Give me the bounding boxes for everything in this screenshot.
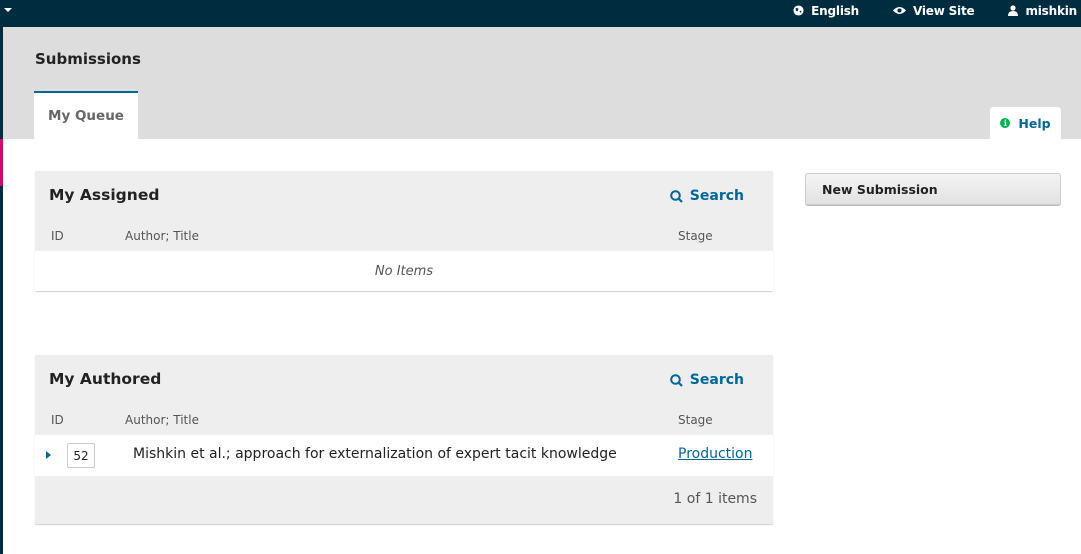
page-header: Submissions My Queue [3,27,1081,139]
submission-id-badge: 52 [67,443,95,468]
info-icon: i [1000,118,1011,128]
search-label: Search [689,188,744,204]
stage-link[interactable]: Production [678,446,752,462]
column-stage: Stage [678,229,713,243]
language-label: English [811,4,860,18]
search-button[interactable]: Search [669,188,744,204]
help-label: Help [1018,115,1051,131]
top-nav-bar: English View Site mishkin [0,0,1081,27]
page-title: Submissions [35,50,141,68]
pagination: 1 of 1 items [35,476,773,524]
new-submission-button[interactable]: New Submission [805,173,1061,205]
search-button[interactable]: Search [669,372,744,388]
panel-header: My Assigned Search [35,171,773,226]
expand-caret-icon[interactable] [46,451,51,459]
column-id: ID [51,229,64,243]
panel-title: My Assigned [49,186,160,204]
column-author-title: Author; Title [125,229,199,243]
search-icon [669,189,683,203]
panel-header: My Authored Search [35,355,773,410]
search-label: Search [689,372,744,388]
tab-my-queue[interactable]: My Queue [34,91,138,139]
view-site-label: View Site [913,4,975,18]
user-icon [1008,4,1019,18]
submission-title[interactable]: Mishkin et al.; approach for externaliza… [133,446,617,462]
user-menu-link[interactable]: mishkin [1008,4,1077,18]
submission-row[interactable]: 52 Mishkin et al.; approach for external… [35,435,773,476]
column-headers: ID Author; Title Stage [35,410,773,435]
active-nav-indicator [0,139,3,186]
pagination-count: 1 of 1 items [673,491,757,507]
my-authored-panel: My Authored Search ID Author; Title Stag… [35,355,773,524]
top-links: English View Site mishkin [759,0,1077,22]
search-icon [669,373,683,387]
column-headers: ID Author; Title Stage [35,226,773,251]
username-label: mishkin [1025,4,1077,18]
eye-icon [893,6,907,17]
menu-toggle-icon[interactable] [4,8,12,12]
my-assigned-panel: My Assigned Search ID Author; Title Stag… [35,171,773,291]
language-link[interactable]: English [793,4,859,18]
help-button[interactable]: i Help [990,107,1061,139]
column-author-title: Author; Title [125,413,199,427]
panel-title: My Authored [49,370,162,388]
column-stage: Stage [678,413,713,427]
globe-icon [793,4,804,18]
column-id: ID [51,413,64,427]
view-site-link[interactable]: View Site [893,4,975,18]
empty-message: No Items [35,251,773,291]
